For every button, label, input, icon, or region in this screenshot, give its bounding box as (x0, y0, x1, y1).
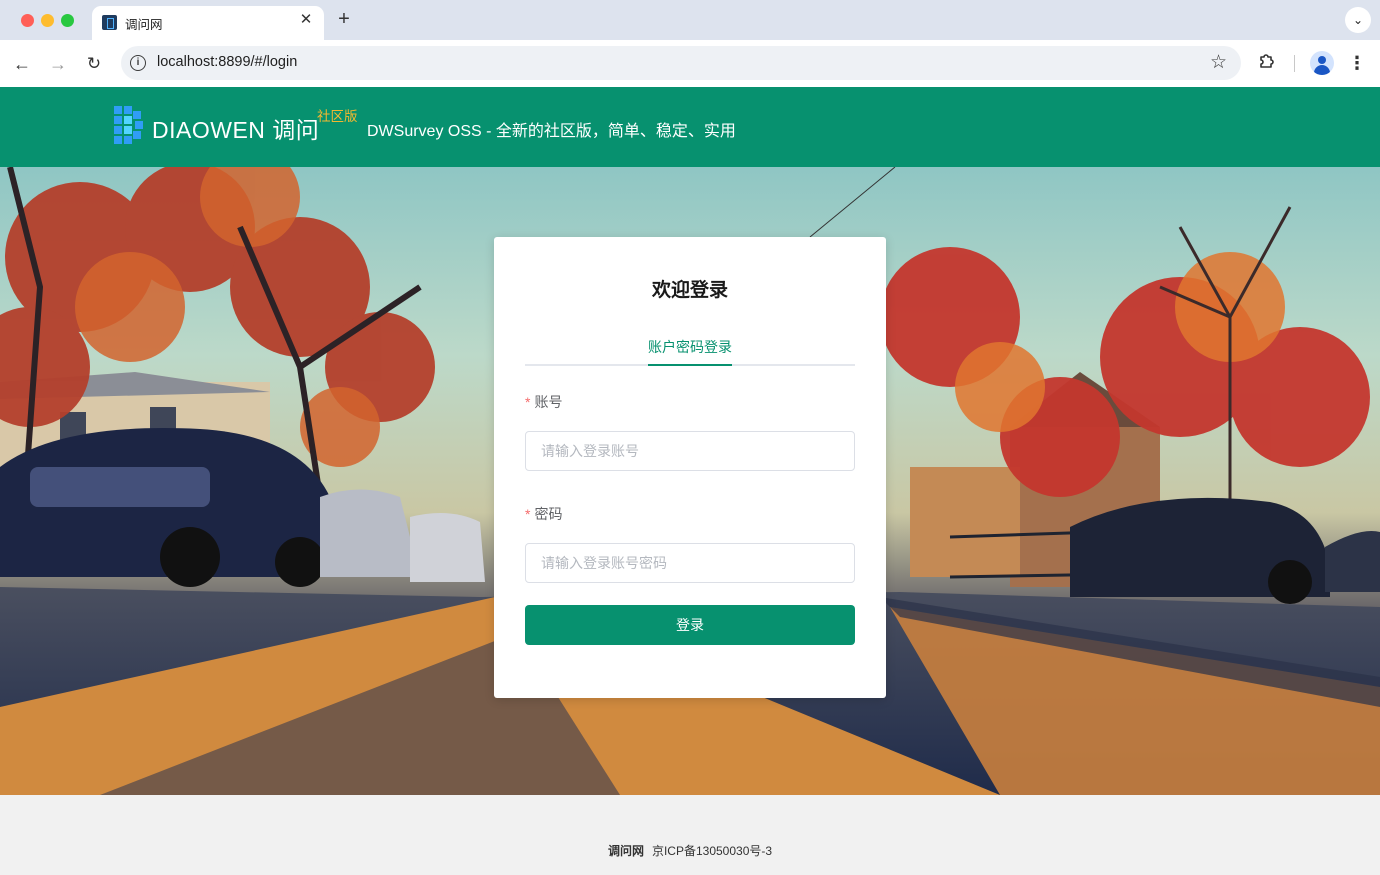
required-mark: * (525, 394, 531, 410)
back-icon[interactable]: ← (10, 52, 34, 76)
chevron-down-icon[interactable]: ⌄ (1345, 7, 1371, 33)
plus-icon[interactable]: + (334, 9, 354, 29)
info-icon[interactable]: i (130, 55, 146, 71)
account-input[interactable] (525, 431, 855, 471)
password-label-text: 密码 (534, 506, 563, 522)
site-favicon-icon (102, 15, 117, 30)
footer-brand: 调问网 (607, 844, 644, 858)
footer-text: 调问网 京ICP备13050030号-3 (0, 842, 1380, 859)
profile-body-shape (1314, 65, 1330, 75)
tab-title: 调问网 (125, 18, 163, 32)
tab-account-password-login[interactable]: 账户密码登录 (648, 337, 732, 366)
kebab-menu-icon[interactable]: ⋮ (1346, 51, 1368, 75)
site-footer: 调问网 京ICP备13050030号-3 (0, 795, 1380, 875)
active-tab-indicator (648, 364, 732, 366)
logo-text[interactable]: DIAOWEN 调问 (152, 111, 319, 145)
extensions-icon[interactable] (1256, 51, 1278, 73)
url-text[interactable]: localhost:8899/#/login (157, 54, 297, 70)
login-button[interactable]: 登录 (525, 605, 855, 645)
account-label-text: 账号 (534, 394, 563, 410)
account-label: * 账号 (525, 392, 562, 412)
profile-head-shape (1318, 56, 1326, 64)
puzzle-shape (1260, 54, 1274, 68)
required-mark: * (525, 506, 531, 522)
login-card: 欢迎登录 账户密码登录 *账号 *密码 登录 (494, 237, 886, 698)
forward-icon[interactable]: → (46, 52, 70, 76)
browser-toolbar: ← → ↻ i localhost:8899/#/login ☆ ⋮ (0, 40, 1380, 87)
site-slogan: DWSurvey OSS - 全新的社区版，简单、稳定、实用 (367, 123, 736, 140)
window-zoom-control[interactable] (61, 14, 74, 27)
reload-icon[interactable]: ↻ (82, 52, 106, 76)
star-icon[interactable]: ☆ (1210, 51, 1227, 75)
window-minimize-control[interactable] (41, 14, 54, 27)
browser-tab-strip: 调问网 ✕ + ⌄ (0, 0, 1380, 40)
site-header: DIAOWEN 调问 社区版 DWSurvey OSS - 全新的社区版，简单、… (0, 87, 1380, 167)
browser-tab-active[interactable]: 调问网 ✕ (92, 6, 324, 40)
password-input[interactable] (525, 543, 855, 583)
close-icon[interactable]: ✕ (298, 12, 314, 28)
edition-badge: 社区版 (317, 109, 358, 124)
window-close-control[interactable] (21, 14, 34, 27)
password-label: * 密码 (525, 504, 562, 524)
profile-icon[interactable] (1310, 51, 1334, 75)
login-title: 欢迎登录 (651, 280, 728, 301)
diaowen-logo-icon[interactable] (114, 106, 144, 144)
icp-license-link[interactable]: 京ICP备13050030号-3 (652, 844, 772, 858)
address-bar[interactable]: i localhost:8899/#/login ☆ (121, 46, 1241, 80)
toolbar-divider (1294, 55, 1295, 72)
